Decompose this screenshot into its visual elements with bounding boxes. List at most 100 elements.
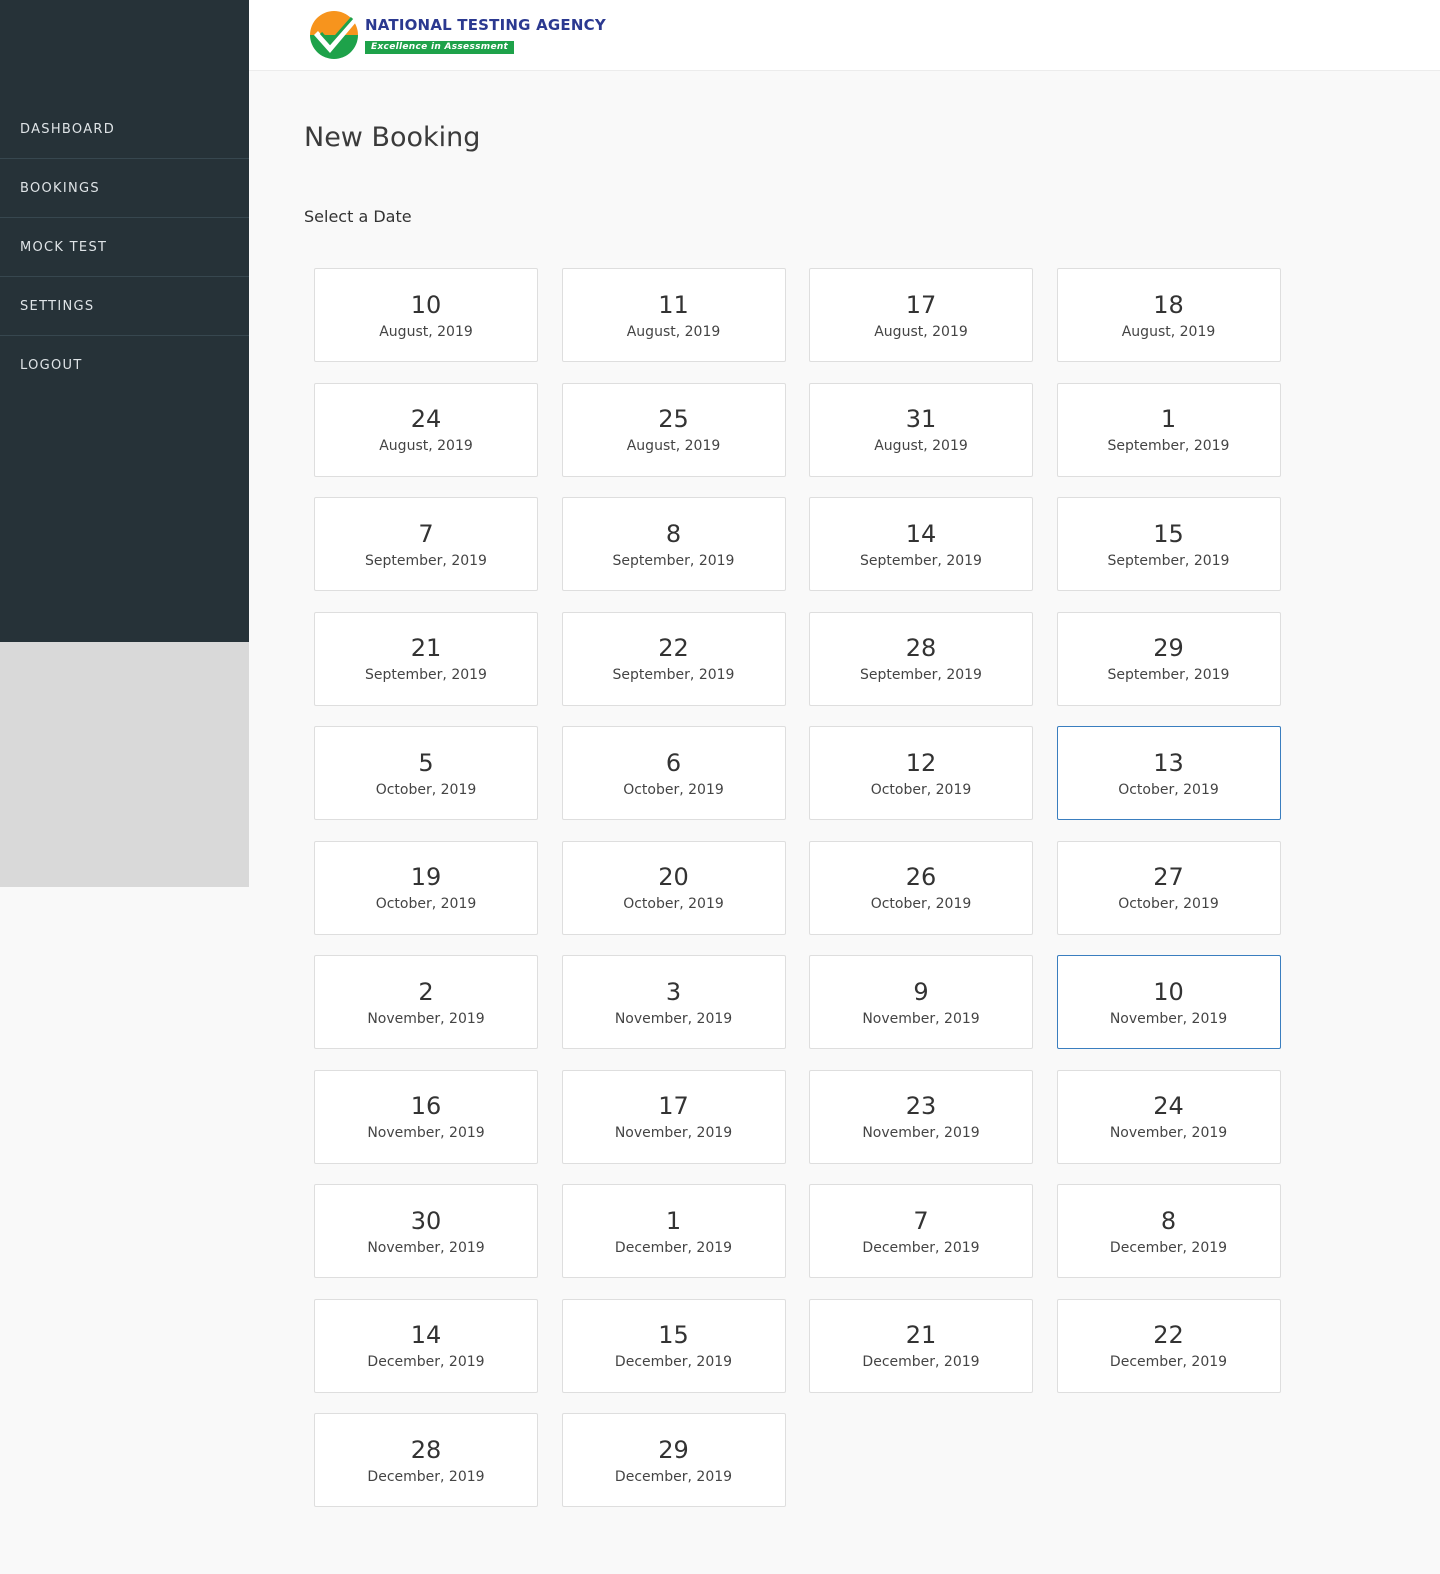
date-card[interactable]: 15 September, 2019: [1056, 497, 1281, 591]
date-card[interactable]: 26 October, 2019: [809, 840, 1033, 935]
date-month-year: October, 2019: [375, 896, 477, 912]
date-card[interactable]: 30 November, 2019: [314, 1184, 538, 1278]
sidebar-item-logout[interactable]: LOGOUT: [0, 336, 249, 395]
date-month-year: October, 2019: [1118, 781, 1219, 798]
date-card[interactable]: 8 December, 2019: [1056, 1184, 1281, 1278]
date-card[interactable]: 21 September, 2019: [314, 611, 538, 706]
date-card[interactable]: 5 October, 2019: [314, 726, 538, 820]
date-card[interactable]: 23 November, 2019: [809, 1069, 1033, 1164]
sidebar-item-label: DASHBOARD: [20, 121, 116, 137]
sidebar-nav: DASHBOARD BOOKINGS MOCK TEST SETTINGS LO…: [0, 100, 249, 395]
sidebar-item-label: SETTINGS: [20, 298, 95, 314]
date-month-year: November, 2019: [367, 1125, 485, 1141]
date-card[interactable]: 24 August, 2019: [314, 382, 538, 477]
date-card[interactable]: 7 September, 2019: [314, 497, 538, 591]
date-day: 17: [905, 290, 937, 319]
date-card[interactable]: 7 December, 2019: [809, 1184, 1033, 1278]
date-day: 28: [905, 634, 937, 662]
date-card[interactable]: 3 November, 2019: [561, 955, 786, 1049]
date-day: 1: [1160, 405, 1177, 433]
date-day: 22: [1153, 1321, 1184, 1349]
date-month-year: October, 2019: [623, 781, 724, 798]
date-card[interactable]: 21 December, 2019: [809, 1298, 1033, 1393]
date-card[interactable]: 22 September, 2019: [561, 611, 786, 706]
date-month-year: August, 2019: [626, 438, 721, 454]
date-card[interactable]: 17 November, 2019: [561, 1069, 786, 1164]
select-date-label: Select a Date: [304, 207, 412, 226]
date-card[interactable]: 14 December, 2019: [314, 1298, 538, 1393]
date-card[interactable]: 22 December, 2019: [1056, 1298, 1281, 1393]
date-card[interactable]: 15 December, 2019: [561, 1298, 786, 1393]
date-day: 15: [658, 1321, 689, 1349]
date-card[interactable]: 2 November, 2019: [314, 955, 538, 1049]
date-card[interactable]: 10 November, 2019: [1056, 955, 1281, 1049]
sidebar-item-mock-test[interactable]: MOCK TEST: [0, 218, 249, 277]
page-title: New Booking: [304, 122, 481, 153]
date-month-year: October, 2019: [870, 781, 972, 798]
date-day: 8: [665, 519, 682, 548]
date-day: 12: [905, 748, 937, 777]
sidebar-item-dashboard[interactable]: DASHBOARD: [0, 100, 249, 159]
date-grid: 10 August, 2019 11 August, 2019 17 August, 20…: [314, 268, 1281, 1507]
date-month-year: November, 2019: [1109, 1125, 1228, 1141]
date-month-year: September, 2019: [1107, 667, 1230, 683]
sidebar-item-label: MOCK TEST: [20, 239, 108, 255]
date-month-year: December, 2019: [1109, 1239, 1228, 1256]
nta-logo[interactable]: NATIONAL TESTING AGENCY Excellence in As…: [308, 9, 606, 61]
logo-text: NATIONAL TESTING AGENCY Excellence in As…: [365, 16, 606, 54]
date-month-year: December, 2019: [1109, 1354, 1228, 1370]
date-day: 6: [665, 748, 682, 777]
date-card[interactable]: 1 December, 2019: [561, 1184, 786, 1278]
date-card[interactable]: 13 October, 2019: [1056, 726, 1281, 820]
date-month-year: December, 2019: [862, 1354, 980, 1370]
brand-tagline: Excellence in Assessment: [365, 41, 515, 54]
date-card[interactable]: 28 September, 2019: [809, 611, 1033, 706]
date-card[interactable]: 12 October, 2019: [809, 726, 1033, 820]
date-day: 11: [658, 290, 689, 319]
date-day: 2: [418, 977, 434, 1006]
date-card[interactable]: 31 August, 2019: [809, 382, 1033, 477]
sidebar-item-settings[interactable]: SETTINGS: [0, 277, 249, 336]
date-card[interactable]: 29 September, 2019: [1056, 611, 1281, 706]
date-day: 24: [410, 405, 442, 433]
date-day: 9: [913, 977, 929, 1006]
date-month-year: October, 2019: [623, 896, 724, 912]
date-day: 26: [905, 863, 937, 891]
date-day: 5: [418, 748, 434, 777]
date-month-year: August, 2019: [1121, 323, 1216, 340]
date-month-year: November, 2019: [862, 1010, 980, 1027]
date-card[interactable]: 20 October, 2019: [561, 840, 786, 935]
date-month-year: November, 2019: [614, 1010, 733, 1027]
date-card[interactable]: 29 December, 2019: [561, 1413, 786, 1507]
date-card[interactable]: 19 October, 2019: [314, 840, 538, 935]
date-day: 19: [410, 863, 442, 891]
date-card[interactable]: 8 September, 2019: [561, 497, 786, 591]
date-day: 20: [658, 863, 689, 891]
date-card[interactable]: 24 November, 2019: [1056, 1069, 1281, 1164]
date-day: 13: [1153, 748, 1184, 777]
date-month-year: December, 2019: [862, 1239, 980, 1256]
date-month-year: September, 2019: [1107, 438, 1230, 454]
date-card[interactable]: 1 September, 2019: [1056, 382, 1281, 477]
date-card[interactable]: 18 August, 2019: [1056, 268, 1281, 362]
date-month-year: September, 2019: [1107, 552, 1230, 569]
date-card[interactable]: 28 December, 2019: [314, 1413, 538, 1507]
date-card[interactable]: 17 August, 2019: [809, 268, 1033, 362]
date-card[interactable]: 9 November, 2019: [809, 955, 1033, 1049]
date-card[interactable]: 10 August, 2019: [314, 268, 538, 362]
date-card[interactable]: 14 September, 2019: [809, 497, 1033, 591]
date-card[interactable]: 11 August, 2019: [561, 268, 786, 362]
date-day: 23: [905, 1092, 937, 1120]
nta-checkmark-logo-icon: [310, 11, 358, 59]
date-month-year: October, 2019: [375, 781, 477, 798]
date-card[interactable]: 16 November, 2019: [314, 1069, 538, 1164]
date-month-year: August, 2019: [379, 438, 473, 454]
date-month-year: November, 2019: [367, 1239, 485, 1256]
date-card[interactable]: 25 August, 2019: [561, 382, 786, 477]
date-day: 29: [658, 1435, 689, 1464]
date-day: 29: [1153, 634, 1184, 662]
sidebar-item-bookings[interactable]: BOOKINGS: [0, 159, 249, 218]
date-card[interactable]: 6 October, 2019: [561, 726, 786, 820]
date-card[interactable]: 27 October, 2019: [1056, 840, 1281, 935]
date-day: 17: [658, 1092, 689, 1120]
